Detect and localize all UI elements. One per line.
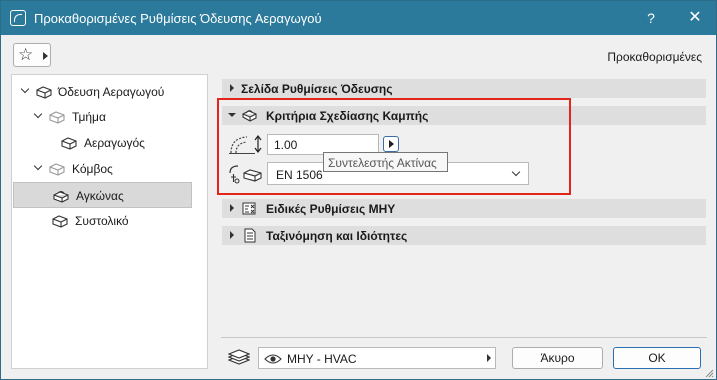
tree-item-label: Τμήμα	[72, 110, 106, 124]
star-icon: ☆	[18, 45, 34, 64]
classification-icon	[244, 228, 256, 243]
element-tree: Όδευση Αεραγωγού Τμήμα Αεραγωγός Κόμβος …	[11, 74, 208, 369]
window-title: Προκαθορισμένες Ρυθμίσεις Όδευσης Αεραγω…	[34, 11, 322, 26]
section-label: Ειδικές Ρυθμίσεις ΜΗΥ	[266, 202, 396, 216]
duct-icon	[61, 137, 77, 150]
mep-settings-icon	[242, 202, 256, 215]
tree-item-elbow[interactable]: Αγκώνας	[13, 182, 192, 208]
tree-item-label: Αεραγωγός	[84, 136, 145, 150]
tree-item-label: Κόμβος	[72, 162, 113, 176]
layer-dropdown[interactable]: ΜΗΥ - HVAC	[258, 347, 496, 369]
tree-item-transition[interactable]: Συστολικό	[16, 209, 194, 233]
tree-item-label: Συστολικό	[75, 214, 129, 228]
footer-divider	[221, 337, 707, 338]
highlight-frame	[217, 98, 571, 195]
elbow-icon	[53, 190, 69, 203]
triangle-right-icon	[43, 52, 48, 60]
settings-dialog: Προκαθορισμένες Ρυθμίσεις Όδευσης Αεραγω…	[0, 0, 717, 380]
tree-item-segment[interactable]: Τμήμα	[16, 105, 194, 129]
ok-button[interactable]: OK	[613, 347, 701, 369]
section-classification[interactable]: Ταξινόμηση και Ιδιότητες	[222, 226, 706, 245]
duct-route-icon	[36, 86, 52, 99]
chevron-down-icon[interactable]	[20, 84, 30, 94]
chevron-down-icon[interactable]	[33, 109, 43, 119]
close-button[interactable]: ✕	[685, 8, 705, 28]
help-button[interactable]: ?	[641, 8, 661, 28]
tree-item-duct[interactable]: Αεραγωγός	[16, 131, 194, 155]
triangle-right-icon	[230, 231, 234, 239]
eye-icon	[264, 354, 282, 364]
segment-icon	[49, 111, 65, 124]
node-icon	[49, 163, 65, 176]
cancel-button[interactable]: Άκυρο	[512, 347, 603, 369]
preset-label: Προκαθορισμένες	[607, 50, 702, 64]
tree-item-label: Αγκώνας	[76, 189, 124, 203]
layers-icon	[228, 349, 250, 365]
tree-item-label: Όδευση Αεραγωγού	[58, 85, 165, 99]
resize-grip-icon[interactable]	[705, 369, 714, 378]
triangle-right-icon	[230, 84, 234, 92]
chevron-down-icon[interactable]	[33, 161, 43, 171]
layer-label: ΜΗΥ - HVAC	[287, 352, 357, 366]
section-label: Ταξινόμηση και Ιδιότητες	[266, 229, 408, 243]
triangle-right-icon	[487, 354, 491, 362]
favorites-button[interactable]: ☆	[13, 43, 51, 67]
section-route-settings[interactable]: Σελίδα Ρυθμίσεις Όδευσης	[222, 79, 706, 98]
transition-icon	[52, 215, 68, 228]
section-label: Σελίδα Ρυθμίσεις Όδευσης	[241, 82, 393, 96]
app-icon	[10, 10, 26, 26]
section-mep-settings[interactable]: Ειδικές Ρυθμίσεις ΜΗΥ	[222, 199, 706, 218]
tree-item-node[interactable]: Κόμβος	[16, 157, 194, 181]
tree-item-duct-route[interactable]: Όδευση Αεραγωγού	[16, 80, 194, 104]
triangle-right-icon	[230, 204, 234, 212]
title-bar[interactable]: Προκαθορισμένες Ρυθμίσεις Όδευσης Αεραγω…	[1, 1, 716, 35]
